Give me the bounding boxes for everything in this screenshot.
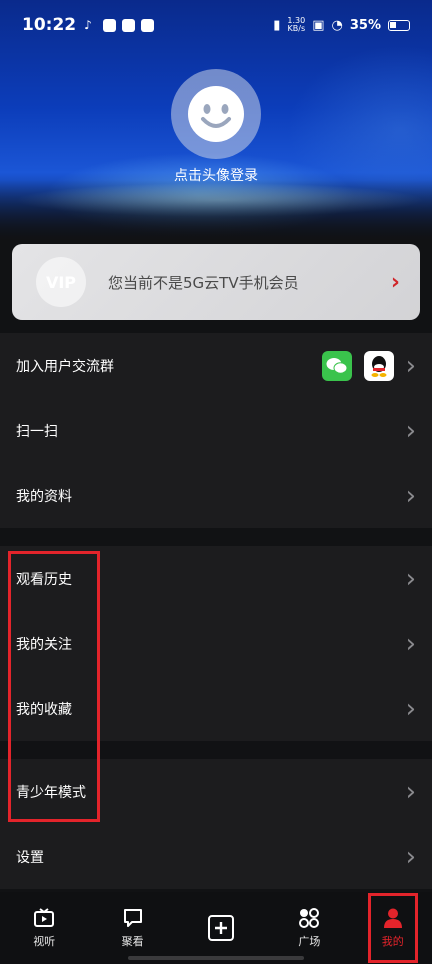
chevron-right-icon: › [405,415,416,446]
smiley-icon [188,86,244,142]
vip-badge-icon: VIP [36,257,86,307]
menu-item-scan[interactable]: 扫一扫 › [0,398,432,463]
menu-item-label: 观看历史 [16,571,72,588]
nav-tab-label: 视听 [33,935,56,948]
nav-tab-mine[interactable]: 我的 [367,893,418,963]
battery-percent: 35% [349,17,381,33]
wechat-icon[interactable] [321,350,352,381]
chevron-right-icon: › [390,269,400,295]
avatar[interactable] [171,69,261,159]
wifi-icon: ◔ [331,17,343,33]
nav-tab-watch[interactable]: 视听 [14,898,74,958]
menu-group-account: 加入用户交流群 › 扫一扫 › 我的资料 › [0,333,432,528]
menu-group-content: 观看历史 › 我的关注 › 我的收藏 › [0,546,432,741]
nav-tab-add[interactable] [191,898,251,958]
nav-tab-square[interactable]: 广场 [279,898,339,958]
menu-item-profile[interactable]: 我的资料 › [0,463,432,528]
menu-item-label: 加入用户交流群 [16,358,114,375]
sim-icon: ▣ [312,17,325,33]
vip-message: 您当前不是5G云TV手机会员 [108,273,299,292]
menu-item-following[interactable]: 我的关注 › [0,611,432,676]
chat-icon [123,909,142,927]
menu-item-watch-history[interactable]: 观看历史 › [0,546,432,611]
chevron-right-icon: › [405,693,416,724]
app-notification-icon [122,18,136,32]
status-time: 10:22 [22,15,77,35]
menu-item-label: 扫一扫 [16,423,58,440]
grid-circles-icon [299,908,320,928]
net-speed: 1.30 KB/s [287,17,305,33]
status-right: ▮ 1.30 KB/s ▣ ◔ 35% [273,17,410,33]
chevron-right-icon: › [405,628,416,659]
nav-tab-label: 聚看 [121,935,144,948]
chevron-right-icon: › [405,480,416,511]
net-speed-unit: KB/s [287,24,306,33]
vip-badge-text: VIP [45,272,77,292]
menu-item-label: 我的关注 [16,636,72,653]
menu-group-settings: 青少年模式 › 设置 › [0,759,432,889]
nav-tab-label: 我的 [381,935,404,948]
chevron-right-icon: › [405,350,416,381]
chevron-right-icon: › [405,841,416,872]
menu-item-label: 我的资料 [16,488,72,505]
chevron-right-icon: › [405,776,416,807]
nav-tab-label: 广场 [298,935,321,948]
tiktok-icon: ♪ [84,17,92,32]
menu-item-teen-mode[interactable]: 青少年模式 › [0,759,432,824]
menu-item-label: 青少年模式 [16,784,86,801]
person-icon [383,908,402,928]
menu-item-settings[interactable]: 设置 › [0,824,432,889]
nav-tab-gather[interactable]: 聚看 [103,898,163,958]
menu-item-label: 我的收藏 [16,701,72,718]
menu-item-join-group[interactable]: 加入用户交流群 › [0,333,432,398]
bottom-nav: 视听 聚看 广场 我的 [0,892,432,964]
login-prompt[interactable]: 点击头像登录 [0,165,432,185]
app-notification-icon [103,18,117,32]
status-bar: 10:22 ♪ ▮ 1.30 KB/s ▣ ◔ 35% [0,0,432,50]
battery-icon [388,19,410,31]
notification-icons: ♪ [84,17,155,32]
menu-item-favorites[interactable]: 我的收藏 › [0,676,432,741]
add-icon [207,915,234,941]
menu-item-label: 设置 [16,849,44,866]
chevron-right-icon: › [405,563,416,594]
tv-icon [34,908,55,927]
app-notification-icon [141,18,155,32]
vibrate-icon: ▮ [273,17,281,33]
qq-icon[interactable] [363,350,394,381]
vip-card[interactable]: VIP 您当前不是5G云TV手机会员 › [12,244,420,320]
home-indicator[interactable] [128,956,304,960]
header-fade [0,180,432,240]
